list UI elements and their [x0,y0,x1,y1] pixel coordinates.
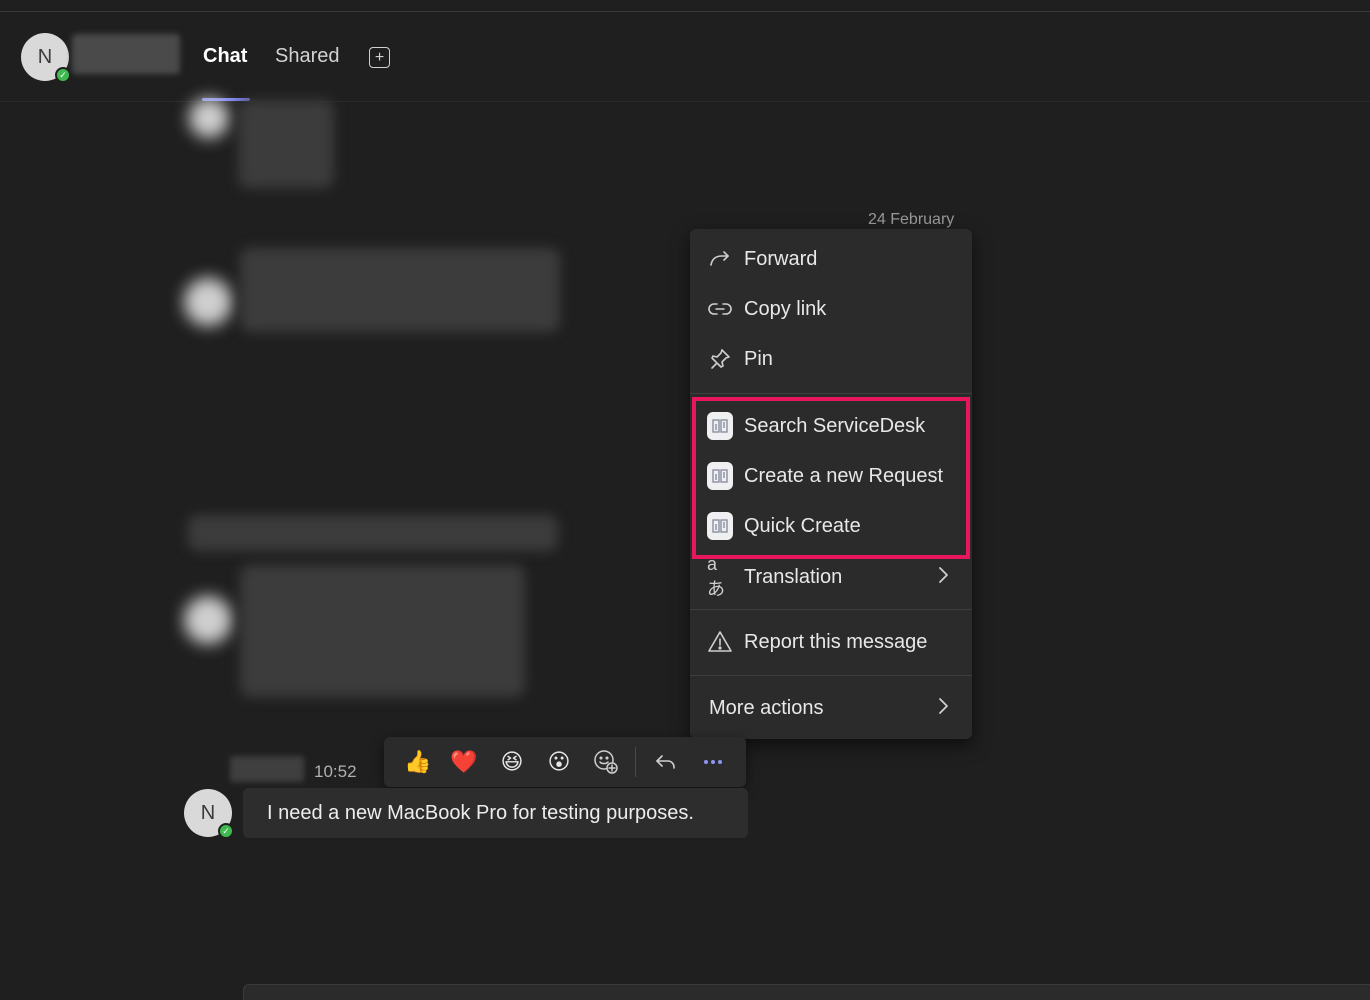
menu-divider [690,675,972,676]
reaction-heart[interactable]: ❤️ [450,748,478,776]
message-context-menu: Forward Copy link Pin Search ServiceDesk… [690,229,972,739]
menu-item-forward[interactable]: Forward [690,234,972,284]
menu-item-label: Translation [744,565,843,588]
translate-icon: aあ [707,553,725,599]
tab-chat[interactable]: Chat [203,45,247,68]
menu-item-create-request[interactable]: Create a new Request [690,451,972,501]
menu-divider [690,609,972,610]
menu-item-report[interactable]: Report this message [690,617,972,667]
presence-available-icon: ✓ [218,823,234,839]
redacted-message [188,515,558,551]
menu-item-quick-create[interactable]: Quick Create [690,501,972,551]
chat-header: N ✓ Chat Shared + [0,12,1370,102]
redacted-message [240,248,560,332]
menu-item-label: Quick Create [744,514,861,537]
redacted-message [238,100,334,188]
menu-item-translation[interactable]: aあ Translation [690,552,972,602]
menu-item-label: Forward [744,247,818,270]
reaction-like[interactable]: 👍 [404,748,432,776]
servicedesk-app-icon [707,462,733,490]
reaction-bar: 👍 ❤️ 😆 😮 [384,737,746,787]
forward-arrow-icon [707,246,733,272]
menu-divider [690,393,972,394]
menu-item-label: Copy link [744,297,827,320]
menu-item-label: More actions [709,696,824,719]
avatar-initial: N [37,45,53,68]
contact-avatar[interactable]: N ✓ [21,33,71,83]
reaction-laugh[interactable]: 😆 [498,748,526,776]
redacted-avatar [184,596,232,644]
redacted-avatar [189,98,229,138]
menu-item-pin[interactable]: Pin [690,334,972,384]
redacted-message [240,565,525,697]
warning-icon [707,629,733,655]
reaction-bar-divider [635,747,636,777]
servicedesk-app-icon [707,462,733,490]
chevron-right-icon [936,566,950,589]
date-separator: 24 February [868,211,955,228]
menu-item-label: Search ServiceDesk [744,414,926,437]
sender-avatar[interactable]: N ✓ [184,789,234,839]
menu-item-more-actions[interactable]: More actions [690,683,972,733]
avatar-initial: N [200,801,216,824]
menu-item-search-servicedesk[interactable]: Search ServiceDesk [690,401,972,451]
presence-available-icon: ✓ [55,67,71,83]
chevron-right-icon [936,697,950,720]
message-text: I need a new MacBook Pro for testing pur… [267,801,694,824]
menu-item-copy-link[interactable]: Copy link [690,284,972,334]
pin-icon [707,346,733,372]
link-icon [707,296,733,322]
reply-icon[interactable] [652,748,680,776]
add-reaction-icon[interactable] [592,748,620,776]
message-timestamp: 10:52 [314,762,357,781]
sender-name-redacted [230,756,304,782]
message-bubble[interactable]: I need a new MacBook Pro for testing pur… [243,788,748,838]
servicedesk-app-icon [707,412,733,440]
reaction-surprised[interactable]: 😮 [545,748,573,776]
more-icon[interactable] [699,748,727,776]
menu-item-label: Pin [744,347,773,370]
redacted-avatar [184,278,232,326]
servicedesk-app-icon [707,512,733,540]
tab-shared[interactable]: Shared [275,45,340,68]
servicedesk-app-icon [707,512,733,540]
servicedesk-app-icon [707,412,733,440]
plus-square-icon[interactable]: + [369,47,390,68]
message-compose-box[interactable] [243,984,1370,1000]
menu-item-label: Report this message [744,630,928,653]
contact-name-redacted [72,34,180,74]
menu-item-label: Create a new Request [744,464,944,487]
